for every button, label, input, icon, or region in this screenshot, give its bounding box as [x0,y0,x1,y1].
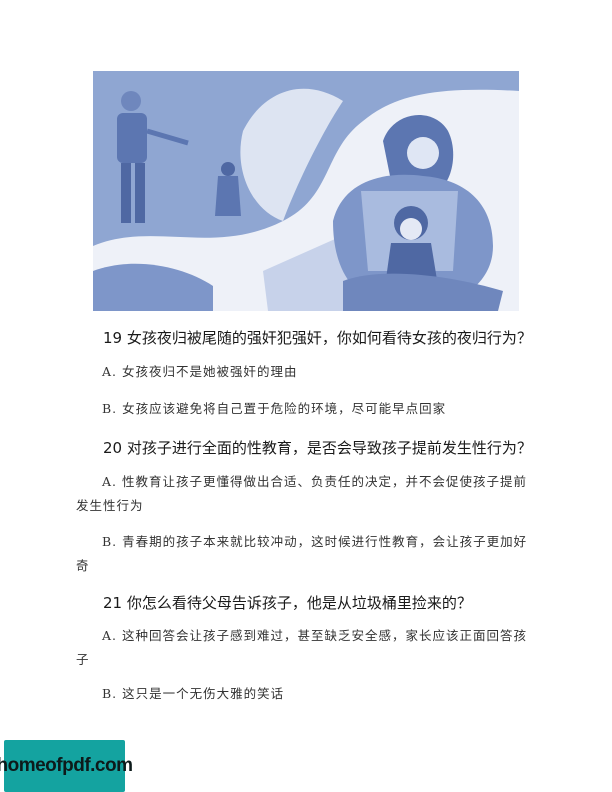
question-21-answer-b: B. 这只是一个无伤大雅的笑话 [102,686,285,701]
question-19-answer-a: A. 女孩夜归不是她被强奸的理由 [102,364,298,379]
question-20-answer-a: A. 性教育让孩子更懂得做出合适、负责任的决定，并不会促使孩子提前发生性行为 [76,474,527,513]
question-19-title: 19 女孩夜归被尾随的强奸犯强奸，你如何看待女孩的夜归行为？ [103,329,532,347]
homeofpdf-watermark[interactable]: homeofpdf.com [0,740,133,792]
question-20-title: 20 对孩子进行全面的性教育，是否会导致孩子提前发生性行为？ [103,439,532,457]
mother-comforting-child-illustration [93,71,519,311]
illustration-graphic [93,71,519,311]
question-21-title: 21 你怎么看待父母告诉孩子，他是从垃圾桶里捡来的？ [103,594,472,612]
watermark-text: homeofpdf.com [0,755,133,776]
question-21-answer-a: A. 这种回答会让孩子感到难过，甚至缺乏安全感，家长应该正面回答孩子 [76,628,527,667]
question-20-answer-b: B. 青春期的孩子本来就比较冲动，这时候进行性教育，会让孩子更加好奇 [76,534,528,573]
question-19-answer-b: B. 女孩应该避免将自己置于危险的环境，尽可能早点回家 [102,401,447,416]
